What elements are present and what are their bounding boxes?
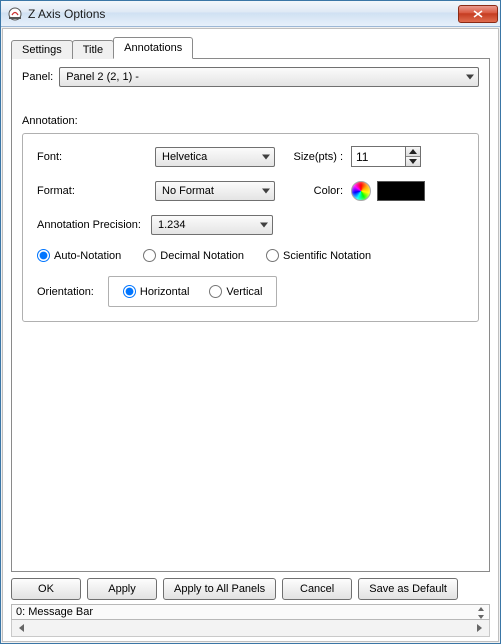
radio-horizontal[interactable]: Horizontal <box>123 285 190 298</box>
radio-decimal-notation-input[interactable] <box>143 249 156 262</box>
radio-horizontal-label: Horizontal <box>140 286 190 298</box>
apply-all-button[interactable]: Apply to All Panels <box>163 578 276 600</box>
orientation-label: Orientation: <box>37 286 94 298</box>
format-select-value: No Format <box>162 185 214 197</box>
message-bar-text: 0: Message Bar <box>16 606 93 618</box>
radio-scientific-notation-label: Scientific Notation <box>283 250 371 262</box>
panel-select[interactable]: Panel 2 (2, 1) - <box>59 67 479 87</box>
precision-select[interactable]: 1.234 <box>151 215 273 235</box>
scroll-left-button[interactable] <box>14 622 29 635</box>
size-spinner[interactable] <box>351 146 431 167</box>
radio-scientific-notation[interactable]: Scientific Notation <box>266 249 371 262</box>
spin-up-button[interactable] <box>406 147 420 157</box>
font-select[interactable]: Helvetica <box>155 147 275 167</box>
radio-decimal-notation[interactable]: Decimal Notation <box>143 249 244 262</box>
size-label: Size(pts) : <box>283 151 343 163</box>
window: Z Axis Options Settings Title Annotation… <box>0 0 501 644</box>
font-select-value: Helvetica <box>162 151 207 163</box>
triangle-right-icon <box>477 624 482 632</box>
triangle-up-icon <box>409 149 417 154</box>
radio-vertical[interactable]: Vertical <box>209 285 262 298</box>
tab-title[interactable]: Title <box>72 40 114 59</box>
triangle-up-icon <box>478 607 484 611</box>
color-picker-button[interactable] <box>351 181 371 201</box>
format-label: Format: <box>37 185 147 197</box>
radio-auto-notation-input[interactable] <box>37 249 50 262</box>
tabstrip: Settings Title Annotations <box>11 37 490 59</box>
annotation-heading: Annotation: <box>22 115 479 127</box>
color-label: Color: <box>283 185 343 197</box>
chevron-down-icon <box>466 75 474 80</box>
scroll-right-button[interactable] <box>472 622 487 635</box>
panel-label: Panel: <box>22 71 53 83</box>
msg-spin-up[interactable] <box>472 605 489 613</box>
radio-vertical-label: Vertical <box>226 286 262 298</box>
titlebar: Z Axis Options <box>1 1 500 27</box>
panel-select-value: Panel 2 (2, 1) - <box>66 71 139 83</box>
radio-decimal-notation-label: Decimal Notation <box>160 250 244 262</box>
radio-horizontal-input[interactable] <box>123 285 136 298</box>
size-input[interactable] <box>351 146 405 167</box>
triangle-down-icon <box>409 159 417 164</box>
message-bar-spin[interactable] <box>472 605 489 621</box>
tabpage-annotations: Panel: Panel 2 (2, 1) - Annotation: Font… <box>11 58 490 572</box>
tab-settings[interactable]: Settings <box>11 40 73 59</box>
triangle-left-icon <box>19 624 24 632</box>
app-icon <box>7 6 23 22</box>
format-select[interactable]: No Format <box>155 181 275 201</box>
window-title: Z Axis Options <box>28 7 458 21</box>
radio-auto-notation-label: Auto-Notation <box>54 250 121 262</box>
save-default-button[interactable]: Save as Default <box>358 578 458 600</box>
message-bar: 0: Message Bar <box>11 604 490 620</box>
cancel-button[interactable]: Cancel <box>282 578 352 600</box>
font-label: Font: <box>37 151 147 163</box>
spin-down-button[interactable] <box>406 157 420 166</box>
radio-scientific-notation-input[interactable] <box>266 249 279 262</box>
client-area: Settings Title Annotations Panel: Panel … <box>2 28 499 642</box>
button-bar: OK Apply Apply to All Panels Cancel Save… <box>11 578 490 600</box>
precision-select-value: 1.234 <box>158 219 186 231</box>
notation-radios: Auto-Notation Decimal Notation Scientifi… <box>37 249 464 262</box>
annotation-group: Font: Helvetica Size(pts) : Format: <box>22 133 479 322</box>
triangle-down-icon <box>478 615 484 619</box>
radio-vertical-input[interactable] <box>209 285 222 298</box>
horizontal-scrollbar[interactable] <box>11 620 490 637</box>
radio-auto-notation[interactable]: Auto-Notation <box>37 249 121 262</box>
orientation-box: Horizontal Vertical <box>108 276 278 307</box>
close-button[interactable] <box>458 5 498 23</box>
apply-button[interactable]: Apply <box>87 578 157 600</box>
tab-annotations[interactable]: Annotations <box>113 37 193 59</box>
chevron-down-icon <box>260 223 268 228</box>
chevron-down-icon <box>262 154 270 159</box>
precision-label: Annotation Precision: <box>37 219 141 231</box>
ok-button[interactable]: OK <box>11 578 81 600</box>
color-swatch[interactable] <box>377 181 425 201</box>
chevron-down-icon <box>262 189 270 194</box>
